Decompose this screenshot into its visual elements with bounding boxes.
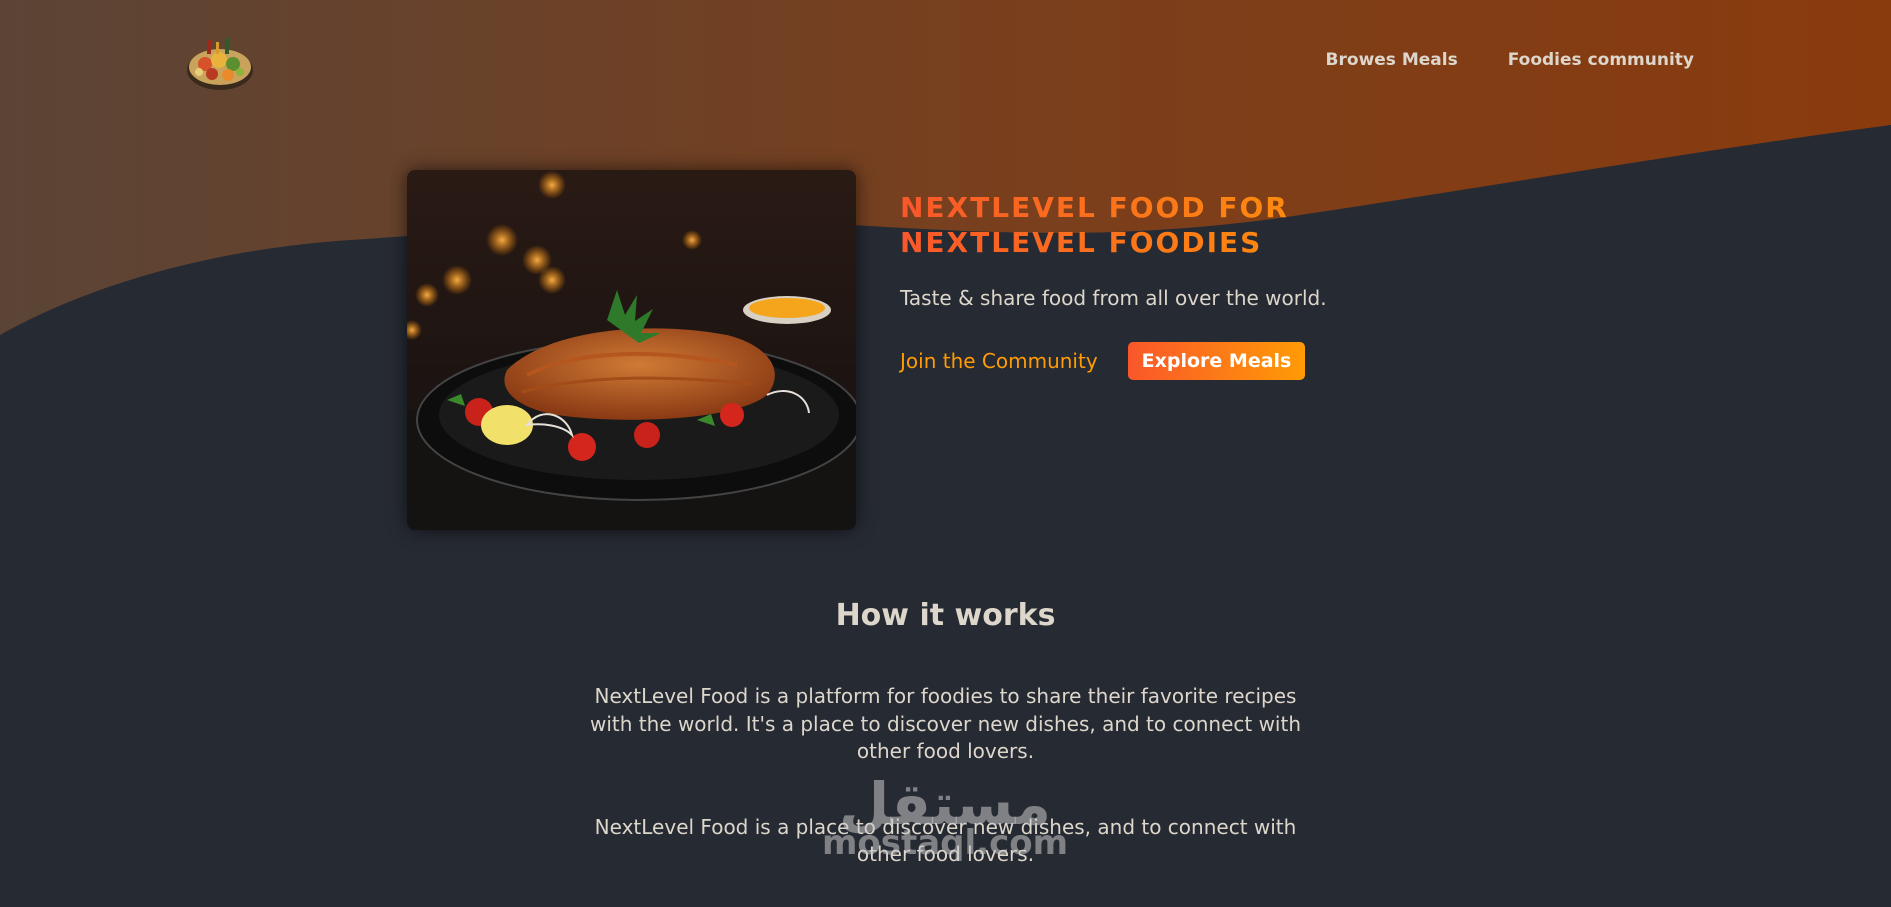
- nav-foodies-community-link[interactable]: Foodies community: [1508, 50, 1694, 70]
- how-it-works-paragraph-1: NextLevel Food is a platform for foodies…: [589, 684, 1302, 763]
- explore-meals-button[interactable]: Explore Meals: [1127, 342, 1306, 380]
- hero-title-line-1: NEXTLEVEL FOOD FOR: [900, 191, 1289, 224]
- hero-title: NEXTLEVEL FOOD FOR NEXTLEVEL FOODIES: [900, 190, 1420, 260]
- main-header: Browes Meals Foodies community: [0, 0, 1891, 125]
- how-it-works-section: How it works NextLevel Food is a platfor…: [0, 598, 1891, 869]
- logo-food-platter-icon[interactable]: [185, 30, 255, 94]
- nav-browse-meals-link[interactable]: Browes Meals: [1326, 50, 1458, 70]
- join-community-link[interactable]: Join the Community: [900, 349, 1098, 373]
- how-it-works-paragraph-2: NextLevel Food is a place to discover ne…: [594, 814, 1297, 867]
- how-it-works-heading: How it works: [835, 598, 1056, 633]
- hero-title-line-2: NEXTLEVEL FOODIES: [900, 226, 1263, 259]
- page: Browes Meals Foodies community NEXTLEVEL…: [0, 0, 1891, 907]
- main-nav: Browes Meals Foodies community: [1326, 50, 1694, 70]
- hero-section: NEXTLEVEL FOOD FOR NEXTLEVEL FOODIES Tas…: [900, 190, 1420, 380]
- hero-subtitle: Taste & share food from all over the wor…: [900, 286, 1327, 310]
- hero-cta-group: Join the Community Explore Meals: [900, 342, 1420, 380]
- hero-image-schnitzel: [407, 170, 856, 530]
